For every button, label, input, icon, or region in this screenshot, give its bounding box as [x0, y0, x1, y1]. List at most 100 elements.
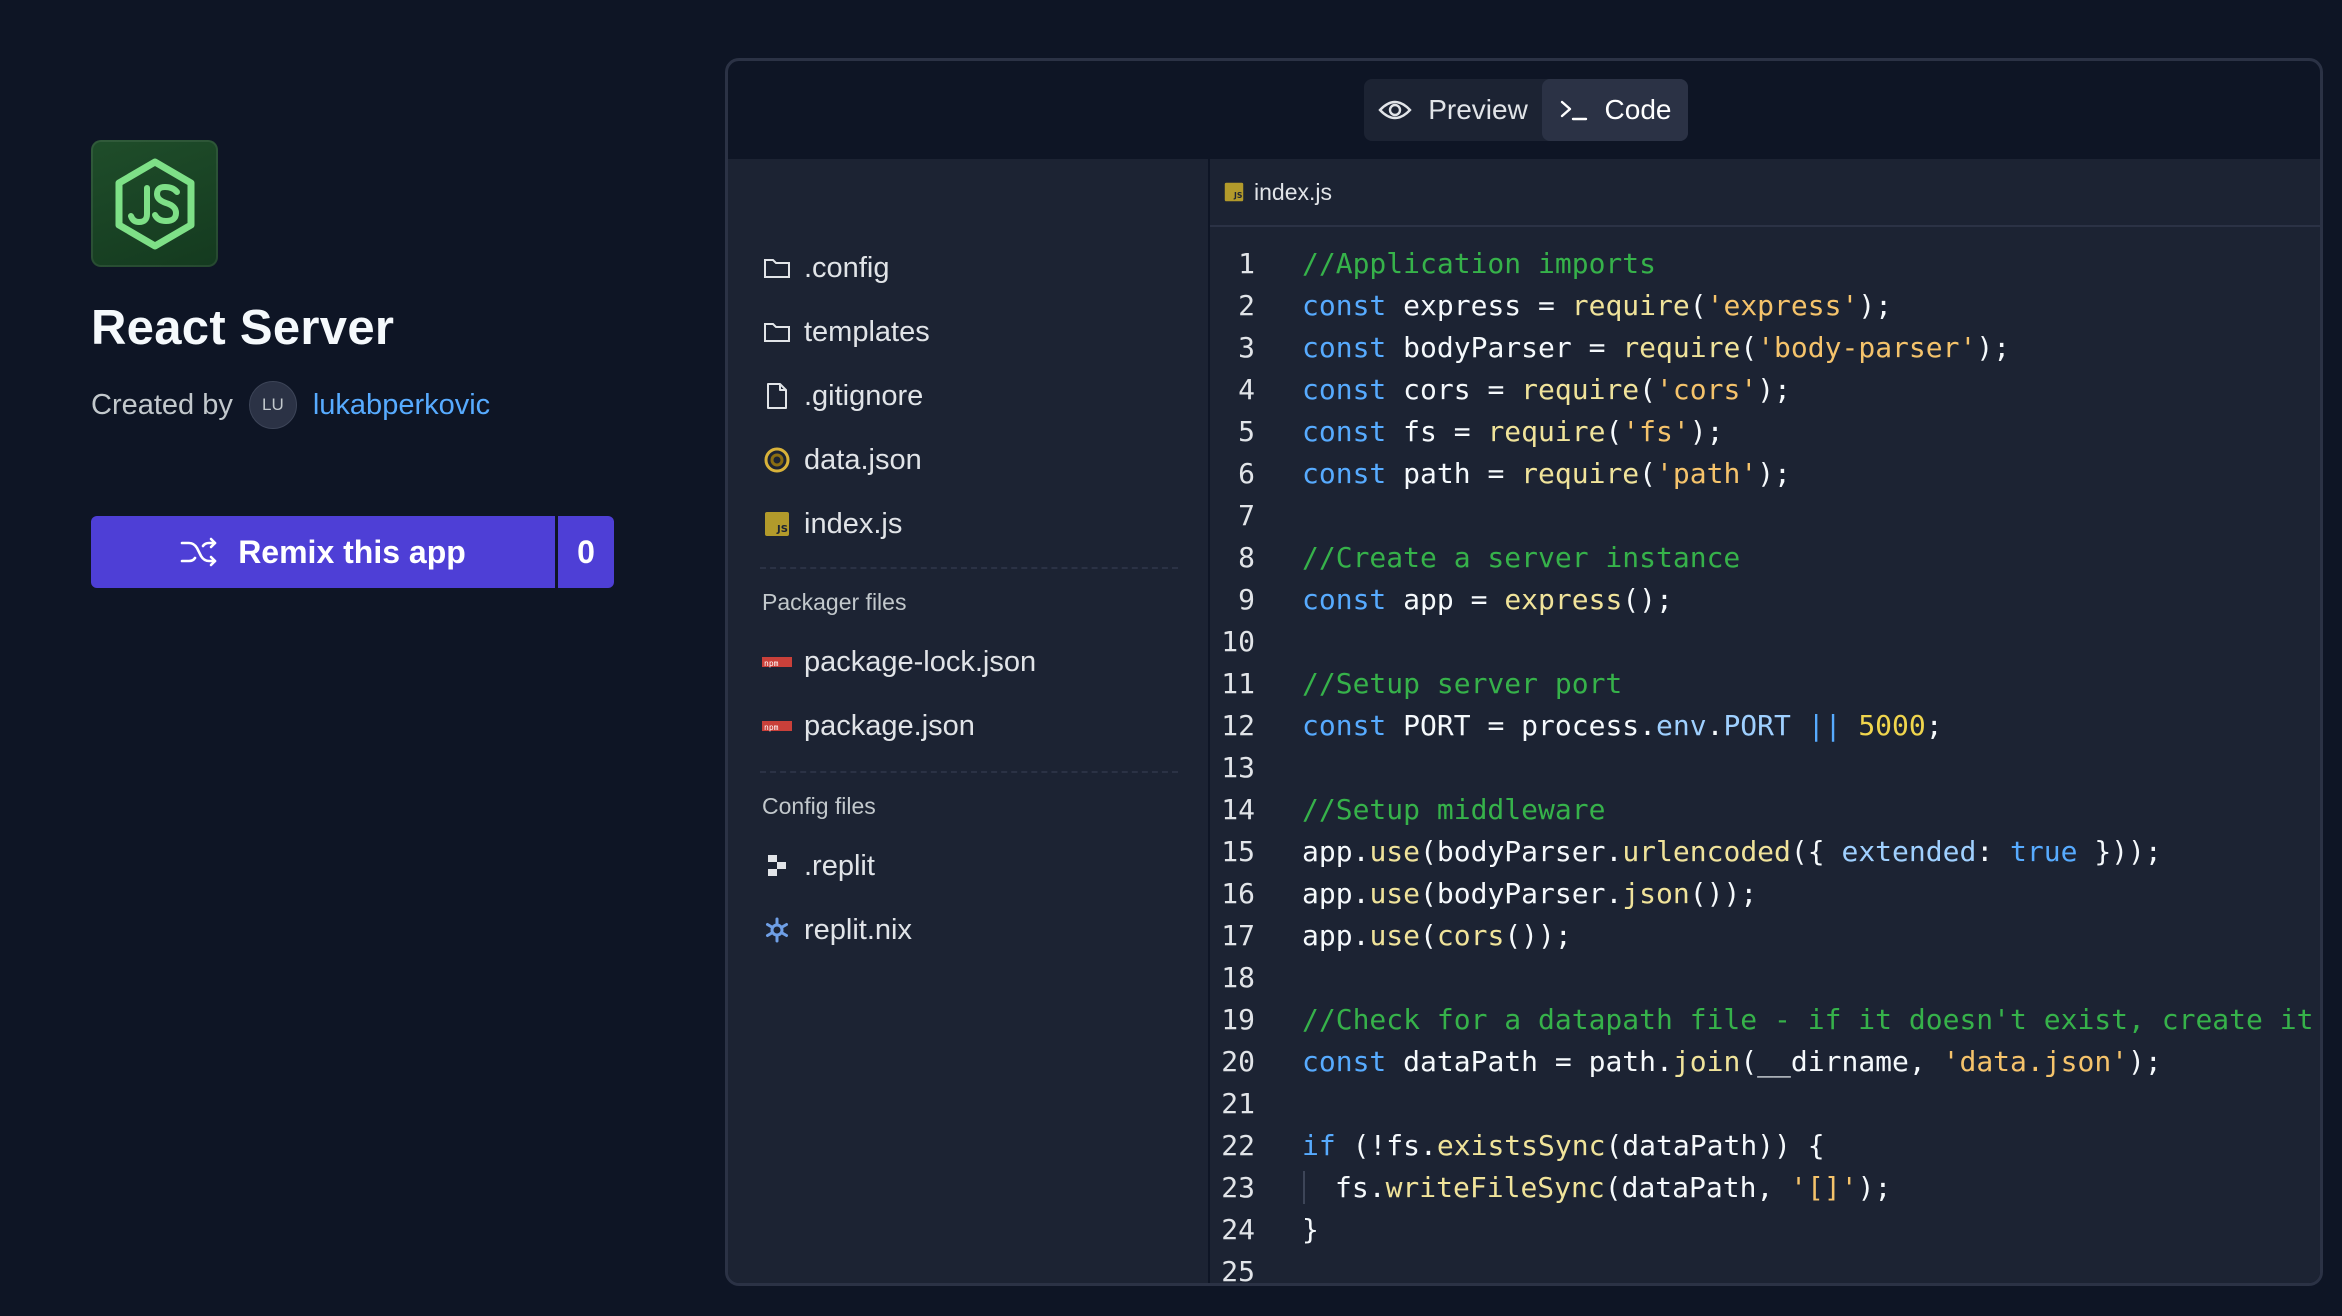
- code-editor[interactable]: JS index.js 1 //Application imports 2 const…: [1210, 159, 2320, 1283]
- line-source: //Setup server port: [1302, 667, 1623, 700]
- code-line: 24}: [1210, 1209, 2320, 1251]
- line-source: //Create a server instance: [1302, 541, 1741, 574]
- code-line: 6 const path = require('path');: [1210, 453, 2320, 495]
- packager-files-label: Packager files: [762, 589, 907, 615]
- file-icon: [762, 381, 792, 411]
- line-number: 1: [1238, 247, 1255, 280]
- npm-icon: npm: [762, 647, 792, 677]
- file-item[interactable]: replit.nix: [762, 905, 912, 955]
- shuffle-icon: [180, 537, 218, 567]
- file-item[interactable]: .config: [762, 243, 889, 293]
- line-source: app.use(cors());: [1302, 919, 1572, 952]
- line-source: const app = express();: [1302, 583, 1673, 616]
- code-line: 10: [1210, 621, 2320, 663]
- editor-file-tab[interactable]: JS index.js: [1210, 159, 2320, 227]
- tab-code[interactable]: Code: [1542, 79, 1688, 141]
- code-line: 2 const express = require('express');: [1210, 285, 2320, 327]
- line-source: const PORT = process.env.PORT || 5000;: [1302, 709, 1943, 742]
- replit-icon: [762, 851, 792, 881]
- line-source: const bodyParser = require('body-parser'…: [1302, 331, 2011, 364]
- code-line: 15 app.use(bodyParser.urlencoded({ extend…: [1210, 831, 2320, 873]
- eye-icon: [1378, 98, 1412, 122]
- line-number: 18: [1221, 961, 1255, 994]
- avatar[interactable]: LU: [248, 381, 297, 429]
- line-number: 5: [1238, 415, 1255, 448]
- file-item[interactable]: JS index.js: [762, 499, 902, 549]
- remix-group: Remix this app 0: [91, 516, 614, 588]
- line-source: const express = require('express');: [1302, 289, 1893, 322]
- line-number: 8: [1238, 541, 1255, 574]
- file-explorer: .config templates .gitignore data.json J…: [728, 159, 1208, 1283]
- config-files-label: Config files: [762, 793, 876, 819]
- file-name: templates: [804, 315, 930, 348]
- code-line: 3 const bodyParser = require('body-parser…: [1210, 327, 2320, 369]
- line-number: 20: [1221, 1045, 1255, 1078]
- creator-username-link[interactable]: lukabperkovic: [313, 389, 490, 422]
- folder-icon: [762, 253, 792, 283]
- line-source: //Setup middleware: [1302, 793, 1606, 826]
- file-item[interactable]: npm package-lock.json: [762, 637, 1036, 687]
- file-name: replit.nix: [804, 913, 912, 946]
- remix-button-label: Remix this app: [238, 533, 466, 570]
- svg-text:npm: npm: [764, 659, 779, 668]
- code-line: 18: [1210, 957, 2320, 999]
- line-source: fs.writeFileSync(dataPath, '[]');: [1302, 1167, 1892, 1209]
- file-item[interactable]: npm package.json: [762, 701, 975, 751]
- file-item[interactable]: .gitignore: [762, 371, 923, 421]
- file-item[interactable]: .replit: [762, 841, 875, 891]
- line-number: 13: [1221, 751, 1255, 784]
- code-line: 17 app.use(cors());: [1210, 915, 2320, 957]
- line-number: 23: [1221, 1171, 1255, 1204]
- file-name: .replit: [804, 849, 875, 882]
- code-line: 11 //Setup server port: [1210, 663, 2320, 705]
- line-number: 17: [1221, 919, 1255, 952]
- line-number: 24: [1221, 1213, 1255, 1246]
- created-by-label: Created by: [91, 388, 233, 421]
- remix-count-badge[interactable]: 0: [558, 516, 614, 588]
- app-title: React Server: [91, 301, 395, 355]
- line-number: 6: [1238, 457, 1255, 490]
- code-line: 21: [1210, 1083, 2320, 1125]
- line-source: app.use(bodyParser.urlencoded({ extended…: [1302, 835, 2162, 868]
- nodejs-logo-icon: [91, 140, 218, 267]
- line-source: //Check for a datapath file - if it does…: [1302, 1003, 2314, 1036]
- js-file-icon: JS: [762, 509, 792, 539]
- line-number: 7: [1238, 499, 1255, 532]
- line-source: //Application imports: [1302, 247, 1657, 280]
- file-item[interactable]: templates: [762, 307, 930, 357]
- code-line: 23 fs.writeFileSync(dataPath, '[]');: [1210, 1167, 2320, 1209]
- line-number: 11: [1221, 667, 1255, 700]
- file-name: index.js: [804, 507, 903, 540]
- view-toggle: Preview Code: [1364, 79, 1688, 141]
- svg-text:JS: JS: [776, 524, 788, 535]
- code-line: 8 //Create a server instance: [1210, 537, 2320, 579]
- json-icon: [762, 445, 792, 475]
- file-name: package.json: [804, 709, 975, 742]
- editor-file-name: index.js: [1254, 178, 1332, 205]
- code-lines[interactable]: 1 //Application imports 2 const express = r…: [1210, 243, 2320, 1283]
- code-line: 13: [1210, 747, 2320, 789]
- line-number: 21: [1221, 1087, 1255, 1120]
- npm-icon: npm: [762, 711, 792, 741]
- js-file-icon: JS: [1224, 182, 1244, 202]
- line-source: }: [1302, 1213, 1319, 1246]
- tab-code-label: Code: [1604, 94, 1672, 125]
- file-item[interactable]: data.json: [762, 435, 922, 485]
- folder-icon: [762, 317, 792, 347]
- line-number: 19: [1221, 1003, 1255, 1036]
- code-line: 16 app.use(bodyParser.json());: [1210, 873, 2320, 915]
- workspace-card: Preview Code .config templates .gitignor…: [725, 58, 2323, 1286]
- line-number: 4: [1238, 373, 1255, 406]
- remix-button[interactable]: Remix this app: [91, 516, 555, 588]
- line-source: const dataPath = path.join(__dirname, 'd…: [1302, 1045, 2162, 1078]
- code-line: 14 //Setup middleware: [1210, 789, 2320, 831]
- explorer-divider: [760, 771, 1178, 773]
- tab-preview[interactable]: Preview: [1364, 79, 1542, 141]
- line-number: 2: [1238, 289, 1255, 322]
- line-source: if (!fs.existsSync(dataPath)) {: [1302, 1129, 1825, 1162]
- code-line: 5 const fs = require('fs');: [1210, 411, 2320, 453]
- page: React Server Created by LU lukabperkovic…: [0, 0, 2342, 1316]
- line-number: 22: [1221, 1129, 1255, 1162]
- code-line: 19 //Check for a datapath file - if it do…: [1210, 999, 2320, 1041]
- line-number: 16: [1221, 877, 1255, 910]
